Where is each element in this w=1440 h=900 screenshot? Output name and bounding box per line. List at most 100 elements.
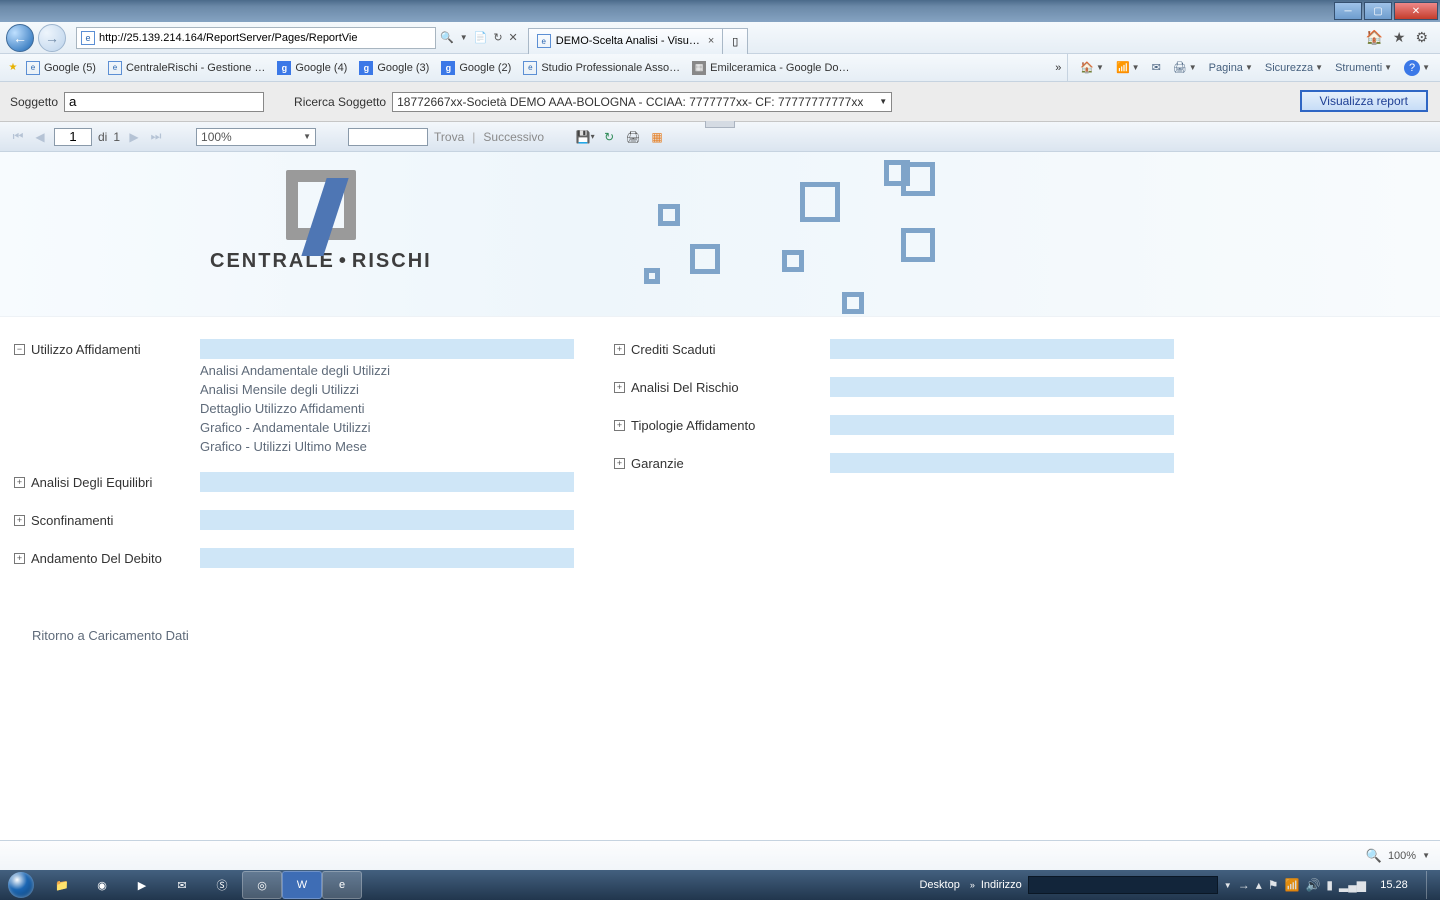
taskbar-address-input[interactable] (1028, 876, 1218, 894)
return-link[interactable]: Ritorno a Caricamento Dati (14, 628, 574, 643)
deco-square-icon (658, 204, 680, 226)
find-input[interactable] (348, 128, 428, 146)
link-grafico-ultimo-mese[interactable]: Grafico - Utilizzi Ultimo Mese (200, 439, 574, 454)
address-go-icon[interactable]: → (1238, 878, 1250, 892)
address-dropdown-icon[interactable]: ▼ (1224, 881, 1232, 890)
tab-demo-scelta[interactable]: e DEMO-Scelta Analisi - Visu… × (528, 28, 724, 54)
zoom-icon[interactable]: 🔍 (1366, 848, 1382, 864)
back-button[interactable]: ← (6, 24, 34, 52)
group-analisi-rischio: + Analisi Del Rischio (614, 377, 1174, 397)
flag-icon[interactable]: ⚑ (1268, 878, 1279, 892)
expand-toggle[interactable]: + (614, 458, 625, 469)
favorite-google-3[interactable]: gGoogle (3) (353, 57, 435, 79)
network-icon[interactable]: 📶 (1285, 878, 1300, 892)
favorite-google-2[interactable]: gGoogle (2) (435, 57, 517, 79)
deco-square-icon (901, 228, 935, 262)
taskbar-explorer-icon[interactable]: 📁 (42, 871, 82, 899)
zoom-dropdown-icon[interactable]: ▼ (1422, 851, 1430, 860)
last-page-button[interactable]: ⏭ (148, 129, 164, 144)
prev-page-button[interactable]: ◀ (32, 130, 48, 144)
first-page-button[interactable]: ⏮ (10, 129, 26, 144)
expand-toggle[interactable]: + (614, 344, 625, 355)
doc-favicon: ▦ (692, 61, 706, 75)
group-label: Analisi Del Rischio (631, 380, 739, 395)
cmd-home[interactable]: 🏠▼ (1076, 57, 1108, 79)
taskbar-app1-icon[interactable]: ◎ (242, 871, 282, 899)
favorites-top-icon[interactable]: ★ (1393, 29, 1406, 46)
chevron-icon[interactable]: » (970, 880, 975, 890)
zoom-select[interactable]: 100%▼ (196, 128, 316, 146)
tools-top-icon[interactable]: ⚙ (1415, 29, 1428, 46)
expand-toggle[interactable]: + (614, 420, 625, 431)
collapse-toggle[interactable]: − (14, 344, 25, 355)
taskbar-skype-icon[interactable]: Ⓢ (202, 871, 242, 899)
taskbar-ie-icon[interactable]: e (322, 871, 362, 899)
expand-toggle[interactable]: + (14, 515, 25, 526)
addr-dropdown-icon[interactable]: ▼ (460, 33, 468, 42)
cmd-feeds[interactable]: 📶▼ (1112, 57, 1144, 79)
favorites-star-icon[interactable]: ★ (6, 61, 20, 75)
indirizzo-label: Indirizzo (981, 879, 1022, 891)
maximize-button[interactable]: ▢ (1364, 2, 1392, 20)
taskbar-outlook-icon[interactable]: ✉ (162, 871, 202, 899)
find-link[interactable]: Trova (434, 130, 464, 144)
signal-icon[interactable]: ▂▄▆ (1339, 878, 1366, 892)
forward-button[interactable]: → (38, 24, 66, 52)
link-analisi-andamentale[interactable]: Analisi Andamentale degli Utilizzi (200, 363, 574, 378)
battery-icon[interactable]: ▮ (1326, 878, 1333, 892)
cmd-strumenti[interactable]: Strumenti▼ (1331, 57, 1396, 79)
atom-feed-icon[interactable]: ▦ (648, 128, 666, 146)
tray-expand-icon[interactable]: ▴ (1256, 878, 1262, 892)
favorite-emilceramica[interactable]: ▦Emilceramica - Google Do… (686, 57, 855, 79)
compat-icon[interactable]: 📄 (474, 31, 488, 44)
tab-close-icon[interactable]: × (708, 35, 714, 47)
cmd-read-mail[interactable]: ✉ (1148, 57, 1165, 79)
cmd-help[interactable]: ?▼ (1400, 57, 1434, 79)
home-top-icon[interactable]: 🏠 (1365, 29, 1382, 46)
taskbar-chrome-icon[interactable]: ◉ (82, 871, 122, 899)
address-bar[interactable]: e http://25.139.214.164/ReportServer/Pag… (76, 27, 436, 49)
show-desktop-button[interactable] (1426, 871, 1436, 899)
new-tab-button[interactable]: ▯ (722, 28, 748, 54)
export-icon[interactable]: 💾▾ (576, 128, 594, 146)
link-analisi-mensile[interactable]: Analisi Mensile degli Utilizzi (200, 382, 574, 397)
favorites-overflow-icon[interactable]: » (1055, 62, 1061, 74)
dropdown-icon: ▼ (1096, 63, 1104, 72)
search-icon[interactable]: 🔍 (440, 31, 454, 44)
zoom-value: 100% (201, 130, 232, 144)
minimize-button[interactable]: ─ (1334, 2, 1362, 20)
close-button[interactable]: ✕ (1394, 2, 1438, 20)
fav-label: CentraleRischi - Gestione … (126, 62, 265, 74)
favorite-centralerischi[interactable]: e CentraleRischi - Gestione … (102, 57, 271, 79)
volume-icon[interactable]: 🔊 (1305, 878, 1320, 892)
taskbar-word-icon[interactable]: W (282, 871, 322, 899)
cmd-pagina[interactable]: Pagina▼ (1205, 57, 1257, 79)
address-tools: 🔍 ▼ 📄 ↻ ✕ (440, 31, 518, 44)
favorite-studio-prof[interactable]: eStudio Professionale Asso… (517, 57, 686, 79)
ricerca-soggetto-select[interactable]: 18772667xx-Società DEMO AAA-BOLOGNA - CC… (392, 92, 892, 112)
refresh-report-icon[interactable]: ↻ (600, 128, 618, 146)
taskbar-media-icon[interactable]: ▶ (122, 871, 162, 899)
cmd-sicurezza[interactable]: Sicurezza▼ (1261, 57, 1327, 79)
params-collapse-handle[interactable] (705, 121, 735, 128)
print-report-icon[interactable]: 🖨 (624, 128, 642, 146)
link-dettaglio-utilizzo[interactable]: Dettaglio Utilizzo Affidamenti (200, 401, 574, 416)
expand-toggle[interactable]: + (14, 553, 25, 564)
clock[interactable]: 15.28 (1372, 879, 1416, 891)
favorite-google-5[interactable]: eGoogle (5) (20, 57, 102, 79)
link-grafico-andamentale[interactable]: Grafico - Andamentale Utilizzi (200, 420, 574, 435)
stop-icon[interactable]: ✕ (509, 31, 518, 44)
expand-toggle[interactable]: + (614, 382, 625, 393)
visualizza-report-button[interactable]: Visualizza report (1300, 90, 1429, 112)
favorite-google-4[interactable]: gGoogle (4) (271, 57, 353, 79)
refresh-icon[interactable]: ↻ (493, 31, 502, 44)
soggetto-input[interactable] (64, 92, 264, 112)
ie-favicon: e (108, 61, 122, 75)
find-next-link[interactable]: Successivo (483, 130, 544, 144)
next-page-button[interactable]: ▶ (126, 130, 142, 144)
desktop-toolbar-label[interactable]: Desktop (919, 879, 959, 891)
start-button[interactable] (0, 870, 42, 900)
page-number-input[interactable] (54, 128, 92, 146)
cmd-print[interactable]: 🖨▼ (1169, 57, 1201, 79)
expand-toggle[interactable]: + (14, 477, 25, 488)
